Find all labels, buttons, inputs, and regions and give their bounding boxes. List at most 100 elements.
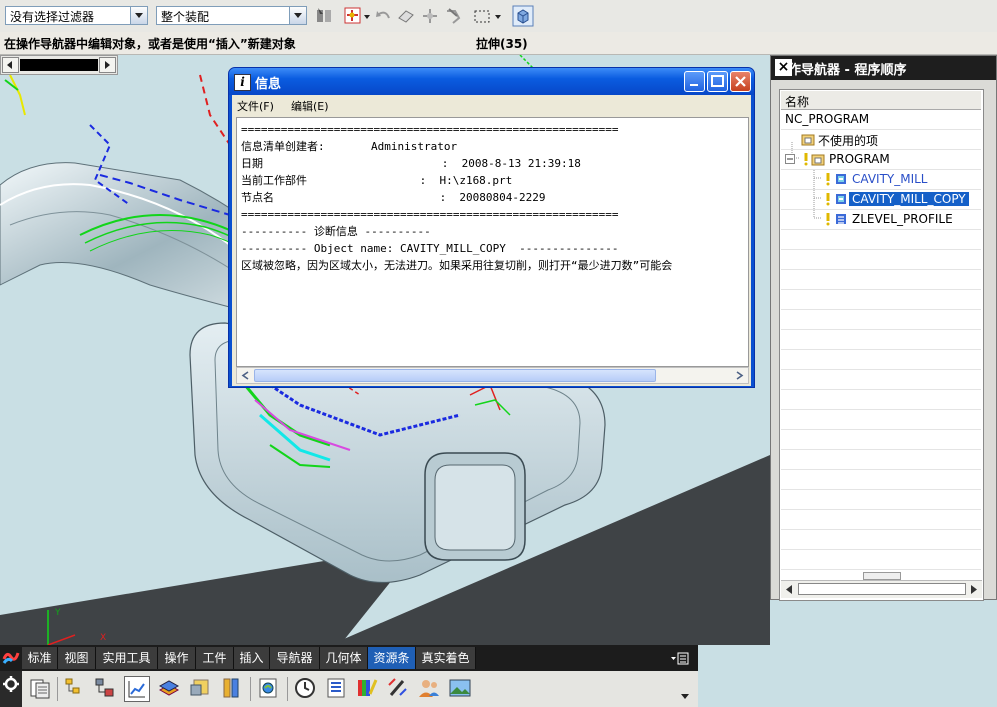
scroll-left-icon[interactable] (238, 369, 253, 382)
tab-menu-icon[interactable] (670, 651, 690, 667)
tree-row-empty (781, 490, 981, 510)
tree-row-empty (781, 330, 981, 350)
tab-true-shading[interactable]: 真实着色 (416, 647, 476, 669)
layers-icon[interactable] (157, 676, 181, 700)
selection-filter-combo[interactable]: 没有选择过滤器 (5, 6, 148, 25)
resize-grip[interactable] (863, 572, 901, 580)
tab-view[interactable]: 视图 (58, 647, 96, 669)
list-icon[interactable] (324, 676, 348, 700)
users-icon[interactable] (417, 676, 441, 700)
tree-row-empty (781, 430, 981, 450)
tree-row-empty (781, 450, 981, 470)
mill-operation-icon (836, 174, 846, 184)
tree-row-empty (781, 550, 981, 570)
menu-file[interactable]: 文件(F) (237, 98, 274, 114)
resource-bar-icons (0, 671, 698, 707)
info-text-panel[interactable]: ========================================… (236, 117, 749, 367)
status-bar: 在操作导航器中编辑对象，或者是使用“插入”新建对象 拉伸(35) (0, 32, 997, 55)
scroll-left-button[interactable] (2, 57, 19, 73)
info-horizontal-scrollbar[interactable] (236, 367, 749, 384)
pen-icon[interactable] (386, 676, 410, 700)
scroll-left-icon[interactable] (782, 583, 797, 596)
tree-row-empty (781, 270, 981, 290)
rotate-icon[interactable] (443, 6, 463, 26)
info-window-title: 信息 (255, 77, 282, 92)
exclamation-icon (826, 173, 830, 186)
clock-icon[interactable] (293, 676, 317, 700)
toolpath-icon[interactable] (124, 676, 150, 702)
viewport-scrollbar[interactable] (0, 55, 118, 75)
snap-point-icon[interactable] (343, 6, 363, 26)
minimize-button[interactable] (684, 71, 705, 92)
settings-icon[interactable] (0, 671, 22, 707)
navigator-horizontal-scrollbar[interactable] (781, 580, 982, 598)
app-logo-icon[interactable] (2, 649, 20, 667)
svg-text:X: X (100, 633, 106, 643)
chevron-down-icon[interactable] (130, 7, 147, 24)
image-icon[interactable] (448, 676, 472, 700)
scroll-thumb[interactable] (254, 369, 656, 382)
tab-navigator[interactable]: 导航器 (270, 647, 320, 669)
chevron-down-icon[interactable] (493, 6, 503, 26)
scroll-right-button[interactable] (99, 57, 116, 73)
palette-icon[interactable] (355, 676, 379, 700)
assembly-scope-combo[interactable]: 整个装配 (156, 6, 307, 25)
bookmark-icon[interactable] (219, 676, 243, 700)
undo-icon[interactable] (374, 6, 394, 26)
navigator-title: 操作导航器 - 程序顺序 (775, 63, 907, 78)
tree-row-unused[interactable]: 不使用的项 (781, 130, 981, 150)
info-line-3: 当前工作部件 : H:\z168.prt (241, 174, 513, 187)
document-list-icon[interactable] (28, 676, 52, 700)
scroll-right-icon[interactable] (732, 369, 747, 382)
tab-utilities[interactable]: 实用工具 (96, 647, 158, 669)
tab-standard[interactable]: 标准 (22, 647, 58, 669)
tab-resource-bar[interactable]: 资源条 (368, 647, 416, 669)
collapse-icon[interactable] (785, 154, 795, 164)
move-icon[interactable] (420, 6, 440, 26)
tab-workpiece[interactable]: 工件 (196, 647, 234, 669)
info-window-titlebar[interactable]: i 信息 (229, 68, 754, 95)
close-button[interactable] (730, 71, 751, 92)
info-line-4: 节点名 : 20080804-2229 (241, 191, 546, 204)
scroll-right-icon[interactable] (966, 583, 981, 596)
globe-icon[interactable] (256, 676, 280, 700)
maximize-button[interactable] (707, 71, 728, 92)
chevron-down-icon[interactable] (680, 691, 690, 701)
scroll-thumb[interactable] (798, 583, 966, 595)
eraser-icon[interactable] (396, 6, 416, 26)
tree-row-cavity-mill[interactable]: CAVITY_MILL (781, 170, 981, 190)
tab-geometry[interactable]: 几何体 (320, 647, 368, 669)
status-text: 拉伸(35) (476, 37, 528, 51)
chevron-down-icon[interactable] (289, 7, 306, 24)
folder-icon (801, 134, 815, 146)
navigator-tree[interactable]: 名称 NC_PROGRAM 不使用的项 PROGRAM CAVITY_MILL (779, 89, 984, 601)
scroll-thumb[interactable] (20, 59, 98, 71)
tree-row-empty (781, 310, 981, 330)
info-text: ========================================… (237, 118, 748, 274)
part-navigator-icon[interactable] (512, 5, 534, 27)
tree-row-empty (781, 470, 981, 490)
tree-row-program[interactable]: PROGRAM (781, 150, 981, 170)
info-icon: i (234, 74, 251, 91)
tree-row-empty (781, 410, 981, 430)
tab-operation[interactable]: 操作 (158, 647, 196, 669)
selection-tool-icon[interactable] (314, 6, 334, 26)
tab-insert[interactable]: 插入 (234, 647, 270, 669)
tree-row-empty (781, 290, 981, 310)
tree-row-nc-program[interactable]: NC_PROGRAM (781, 110, 981, 130)
box-select-icon[interactable] (472, 6, 492, 26)
menu-edit[interactable]: 编辑(E) (291, 98, 329, 114)
info-menubar: 文件(F) 编辑(E) (232, 95, 751, 116)
chevron-down-icon[interactable] (362, 6, 372, 26)
tree-row-zlevel-profile[interactable]: ZLEVEL_PROFILE (781, 210, 981, 230)
tree-icon[interactable] (93, 676, 117, 700)
tree-row-cavity-mill-copy[interactable]: CAVITY_MILL_COPY (781, 190, 981, 210)
folder-icon (811, 154, 825, 166)
exclamation-icon (826, 193, 830, 206)
close-icon[interactable]: × (775, 59, 792, 76)
tree-row-empty (781, 510, 981, 530)
operation-navigator-icon[interactable] (63, 676, 87, 700)
separator (250, 677, 251, 701)
part-icon[interactable] (188, 676, 212, 700)
navigator-titlebar: 操作导航器 - 程序顺序 × (771, 56, 996, 80)
